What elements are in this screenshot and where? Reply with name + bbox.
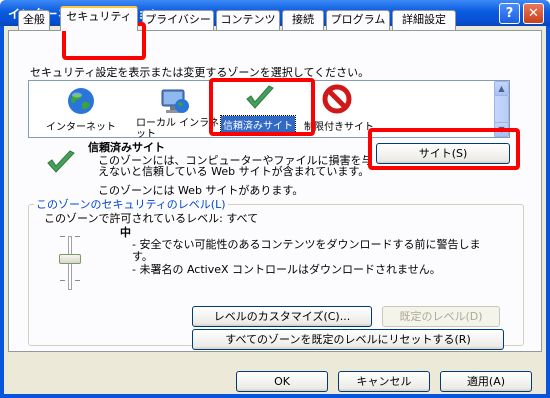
help-button[interactable]: ? — [499, 3, 520, 24]
annotation-highlight-trusted-sites — [209, 78, 315, 136]
reset-all-zones-button[interactable]: すべてのゾーンを既定のレベルにリセットする(R) — [192, 329, 504, 350]
slider-tick — [75, 280, 80, 281]
tab-advanced[interactable]: 詳細設定 — [392, 10, 456, 30]
allowed-levels-text: このゾーンで許可されているレベル: すべて — [44, 212, 259, 225]
scroll-up-button[interactable]: ▲ — [494, 81, 509, 96]
annotation-highlight-sites-button — [368, 128, 520, 170]
default-level-button[interactable]: 既定のレベル(D) — [382, 306, 500, 327]
security-level-name: 中 — [120, 226, 131, 239]
tab-general[interactable]: 全般 — [18, 10, 50, 30]
security-level-slider-thumb[interactable] — [59, 254, 81, 264]
cancel-button[interactable]: キャンセル — [338, 371, 430, 392]
tab-connections[interactable]: 接続 — [282, 10, 324, 30]
tab-content[interactable]: コンテンツ — [216, 10, 280, 30]
scroll-thumb[interactable] — [494, 95, 509, 123]
zone-instruction: セキュリティ設定を表示または変更するゾーンを選択してください。 — [30, 66, 370, 79]
globe-icon — [66, 86, 96, 116]
monitor-globe-icon — [158, 86, 190, 116]
ok-button[interactable]: OK — [236, 371, 328, 392]
close-button[interactable]: ✕ — [523, 3, 544, 24]
prohibited-icon — [322, 84, 352, 114]
level-description-line3: - 未署名の ActiveX コントロールはダウンロードされません。 — [132, 263, 441, 276]
checkmark-large-icon — [46, 150, 76, 176]
level-description-line1: - 安全でない可能性のあるコンテンツをダウンロードする前に警告しま — [132, 238, 481, 251]
slider-tick — [60, 236, 65, 237]
zone-description-line2: えないと信頼している Web サイトが含まれています。 — [98, 165, 370, 178]
slider-tick — [60, 280, 65, 281]
apply-button[interactable]: 適用(A) — [440, 371, 532, 392]
zone-internet[interactable]: インターネット — [46, 118, 116, 133]
tab-programs[interactable]: プログラム — [326, 10, 390, 30]
tab-security[interactable]: セキュリティ — [60, 6, 138, 31]
slider-tick — [75, 236, 80, 237]
custom-level-button[interactable]: レベルのカスタマイズ(C)... — [192, 306, 372, 327]
tab-privacy[interactable]: プライバシー — [142, 10, 214, 30]
